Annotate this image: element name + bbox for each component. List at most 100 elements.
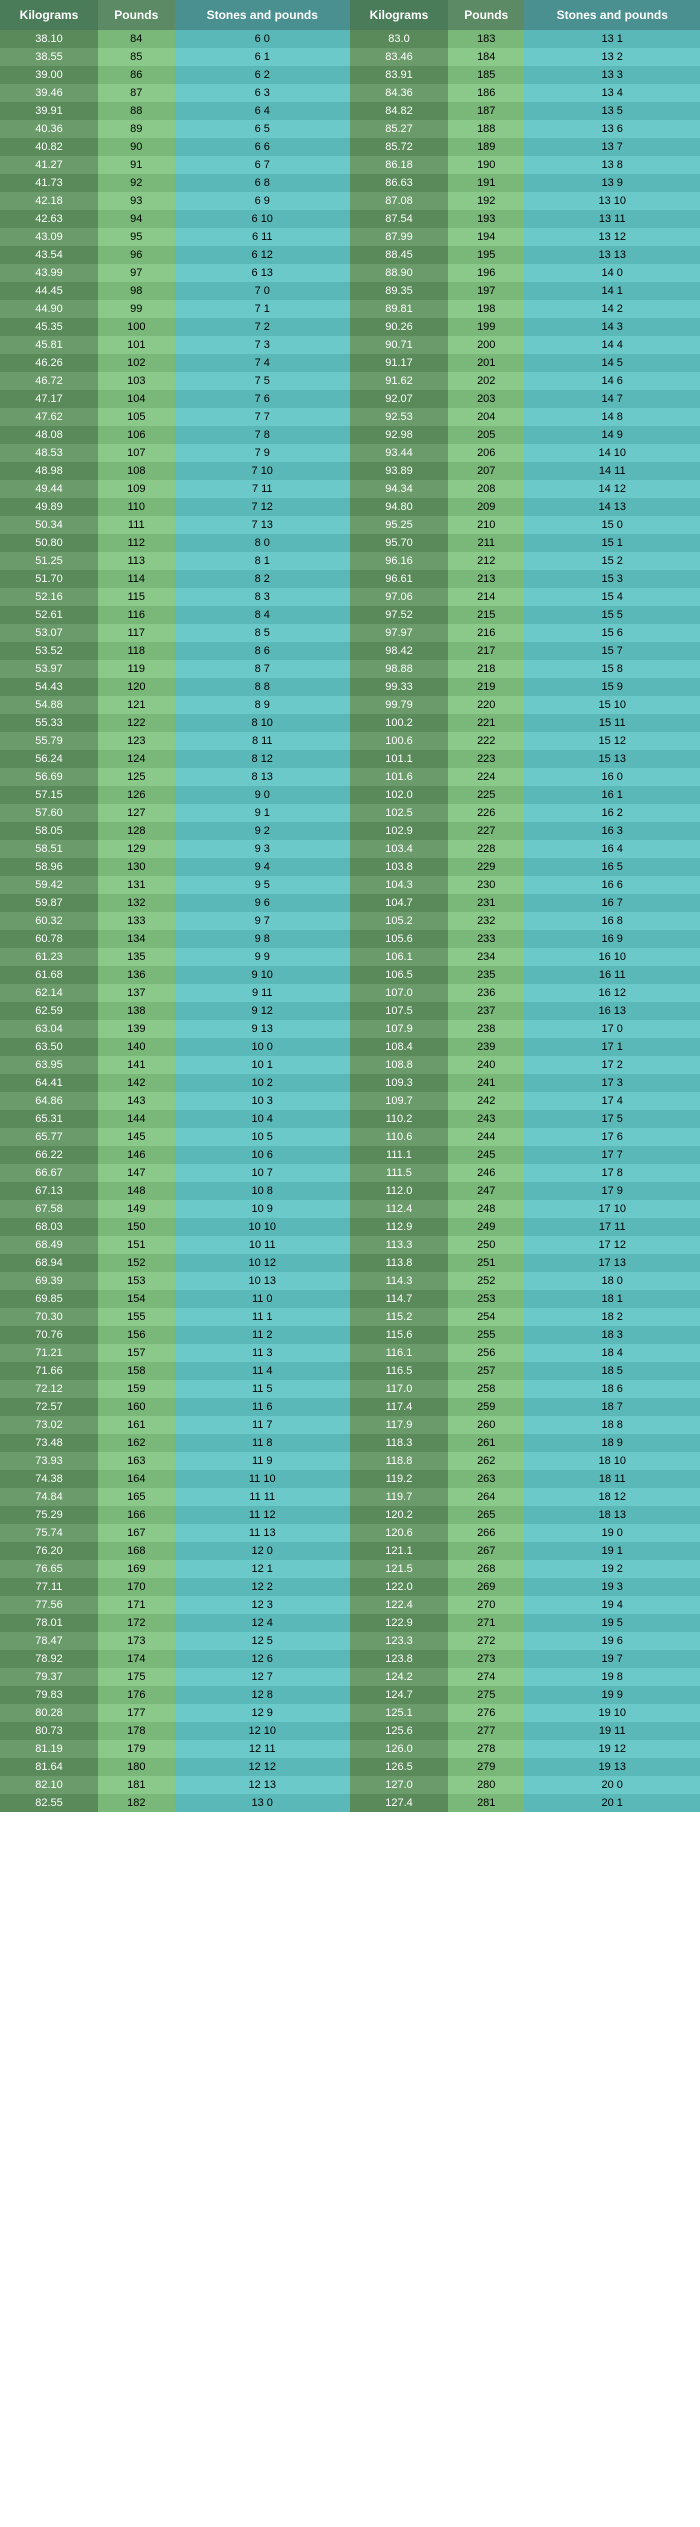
table-row: 53.071178 597.9721615 6 bbox=[0, 624, 700, 642]
table-cell: 48.08 bbox=[0, 426, 98, 444]
table-cell: 217 bbox=[448, 642, 524, 660]
table-cell: 99 bbox=[98, 300, 174, 318]
table-row: 47.171047 692.0720314 7 bbox=[0, 390, 700, 408]
table-row: 52.161158 397.0621415 4 bbox=[0, 588, 700, 606]
table-row: 68.0315010 10112.924917 11 bbox=[0, 1218, 700, 1236]
table-cell: 78.92 bbox=[0, 1650, 98, 1668]
table-cell: 10 1 bbox=[175, 1056, 350, 1074]
table-cell: 122.9 bbox=[350, 1614, 448, 1632]
table-cell: 7 1 bbox=[175, 300, 350, 318]
table-cell: 262 bbox=[448, 1452, 524, 1470]
table-cell: 182 bbox=[98, 1794, 174, 1812]
table-cell: 9 1 bbox=[175, 804, 350, 822]
table-row: 77.1117012 2122.026919 3 bbox=[0, 1578, 700, 1596]
table-cell: 12 6 bbox=[175, 1650, 350, 1668]
table-cell: 15 3 bbox=[524, 570, 700, 588]
table-cell: 15 13 bbox=[524, 750, 700, 768]
table-cell: 11 1 bbox=[175, 1308, 350, 1326]
table-row: 82.1018112 13127.028020 0 bbox=[0, 1776, 700, 1794]
table-cell: 50.80 bbox=[0, 534, 98, 552]
table-cell: 92.07 bbox=[350, 390, 448, 408]
table-cell: 112.9 bbox=[350, 1218, 448, 1236]
table-cell: 276 bbox=[448, 1704, 524, 1722]
table-cell: 235 bbox=[448, 966, 524, 984]
table-cell: 47.62 bbox=[0, 408, 98, 426]
table-row: 46.721037 591.6220214 6 bbox=[0, 372, 700, 390]
table-cell: 10 5 bbox=[175, 1128, 350, 1146]
table-cell: 62.59 bbox=[0, 1002, 98, 1020]
table-row: 69.3915310 13114.325218 0 bbox=[0, 1272, 700, 1290]
table-cell: 98.42 bbox=[350, 642, 448, 660]
table-cell: 210 bbox=[448, 516, 524, 534]
table-cell: 109 bbox=[98, 480, 174, 498]
table-cell: 57.60 bbox=[0, 804, 98, 822]
table-cell: 10 11 bbox=[175, 1236, 350, 1254]
table-cell: 151 bbox=[98, 1236, 174, 1254]
table-cell: 59.42 bbox=[0, 876, 98, 894]
table-cell: 84.82 bbox=[350, 102, 448, 120]
table-row: 41.73926 886.6319113 9 bbox=[0, 174, 700, 192]
table-row: 64.8614310 3109.724217 4 bbox=[0, 1092, 700, 1110]
table-cell: 117 bbox=[98, 624, 174, 642]
table-cell: 122 bbox=[98, 714, 174, 732]
table-cell: 42.63 bbox=[0, 210, 98, 228]
table-cell: 15 7 bbox=[524, 642, 700, 660]
table-row: 80.2817712 9125.127619 10 bbox=[0, 1704, 700, 1722]
table-cell: 6 12 bbox=[175, 246, 350, 264]
table-cell: 89 bbox=[98, 120, 174, 138]
table-row: 71.6615811 4116.525718 5 bbox=[0, 1362, 700, 1380]
header-pounds-2: Pounds bbox=[448, 0, 524, 30]
table-cell: 223 bbox=[448, 750, 524, 768]
table-cell: 10 2 bbox=[175, 1074, 350, 1092]
table-cell: 14 9 bbox=[524, 426, 700, 444]
table-cell: 17 1 bbox=[524, 1038, 700, 1056]
table-cell: 212 bbox=[448, 552, 524, 570]
table-cell: 15 0 bbox=[524, 516, 700, 534]
table-cell: 195 bbox=[448, 246, 524, 264]
table-row: 63.5014010 0108.423917 1 bbox=[0, 1038, 700, 1056]
table-row: 44.90997 189.8119814 2 bbox=[0, 300, 700, 318]
table-cell: 19 6 bbox=[524, 1632, 700, 1650]
table-cell: 77.11 bbox=[0, 1578, 98, 1596]
table-cell: 9 11 bbox=[175, 984, 350, 1002]
table-cell: 16 5 bbox=[524, 858, 700, 876]
table-cell: 201 bbox=[448, 354, 524, 372]
table-cell: 87 bbox=[98, 84, 174, 102]
table-cell: 111 bbox=[98, 516, 174, 534]
table-cell: 249 bbox=[448, 1218, 524, 1236]
table-cell: 6 11 bbox=[175, 228, 350, 246]
table-cell: 51.70 bbox=[0, 570, 98, 588]
table-cell: 80.73 bbox=[0, 1722, 98, 1740]
table-row: 42.63946 1087.5419313 11 bbox=[0, 210, 700, 228]
table-cell: 85.27 bbox=[350, 120, 448, 138]
table-cell: 17 10 bbox=[524, 1200, 700, 1218]
table-cell: 91.17 bbox=[350, 354, 448, 372]
table-cell: 99.33 bbox=[350, 678, 448, 696]
table-cell: 112.0 bbox=[350, 1182, 448, 1200]
table-cell: 209 bbox=[448, 498, 524, 516]
table-cell: 14 6 bbox=[524, 372, 700, 390]
table-cell: 17 12 bbox=[524, 1236, 700, 1254]
header-stones-pounds-1: Stones and pounds bbox=[175, 0, 350, 30]
table-cell: 208 bbox=[448, 480, 524, 498]
table-cell: 120.2 bbox=[350, 1506, 448, 1524]
table-cell: 162 bbox=[98, 1434, 174, 1452]
table-cell: 105.2 bbox=[350, 912, 448, 930]
table-cell: 12 4 bbox=[175, 1614, 350, 1632]
table-row: 53.971198 798.8821815 8 bbox=[0, 660, 700, 678]
table-cell: 11 5 bbox=[175, 1380, 350, 1398]
table-row: 49.441097 1194.3420814 12 bbox=[0, 480, 700, 498]
table-cell: 230 bbox=[448, 876, 524, 894]
table-cell: 81.19 bbox=[0, 1740, 98, 1758]
table-cell: 43.09 bbox=[0, 228, 98, 246]
table-cell: 58.51 bbox=[0, 840, 98, 858]
table-cell: 63.04 bbox=[0, 1020, 98, 1038]
table-cell: 231 bbox=[448, 894, 524, 912]
table-cell: 76.65 bbox=[0, 1560, 98, 1578]
table-cell: 19 0 bbox=[524, 1524, 700, 1542]
table-cell: 168 bbox=[98, 1542, 174, 1560]
table-cell: 14 11 bbox=[524, 462, 700, 480]
table-cell: 83.91 bbox=[350, 66, 448, 84]
table-row: 81.1917912 11126.027819 12 bbox=[0, 1740, 700, 1758]
table-cell: 10 12 bbox=[175, 1254, 350, 1272]
